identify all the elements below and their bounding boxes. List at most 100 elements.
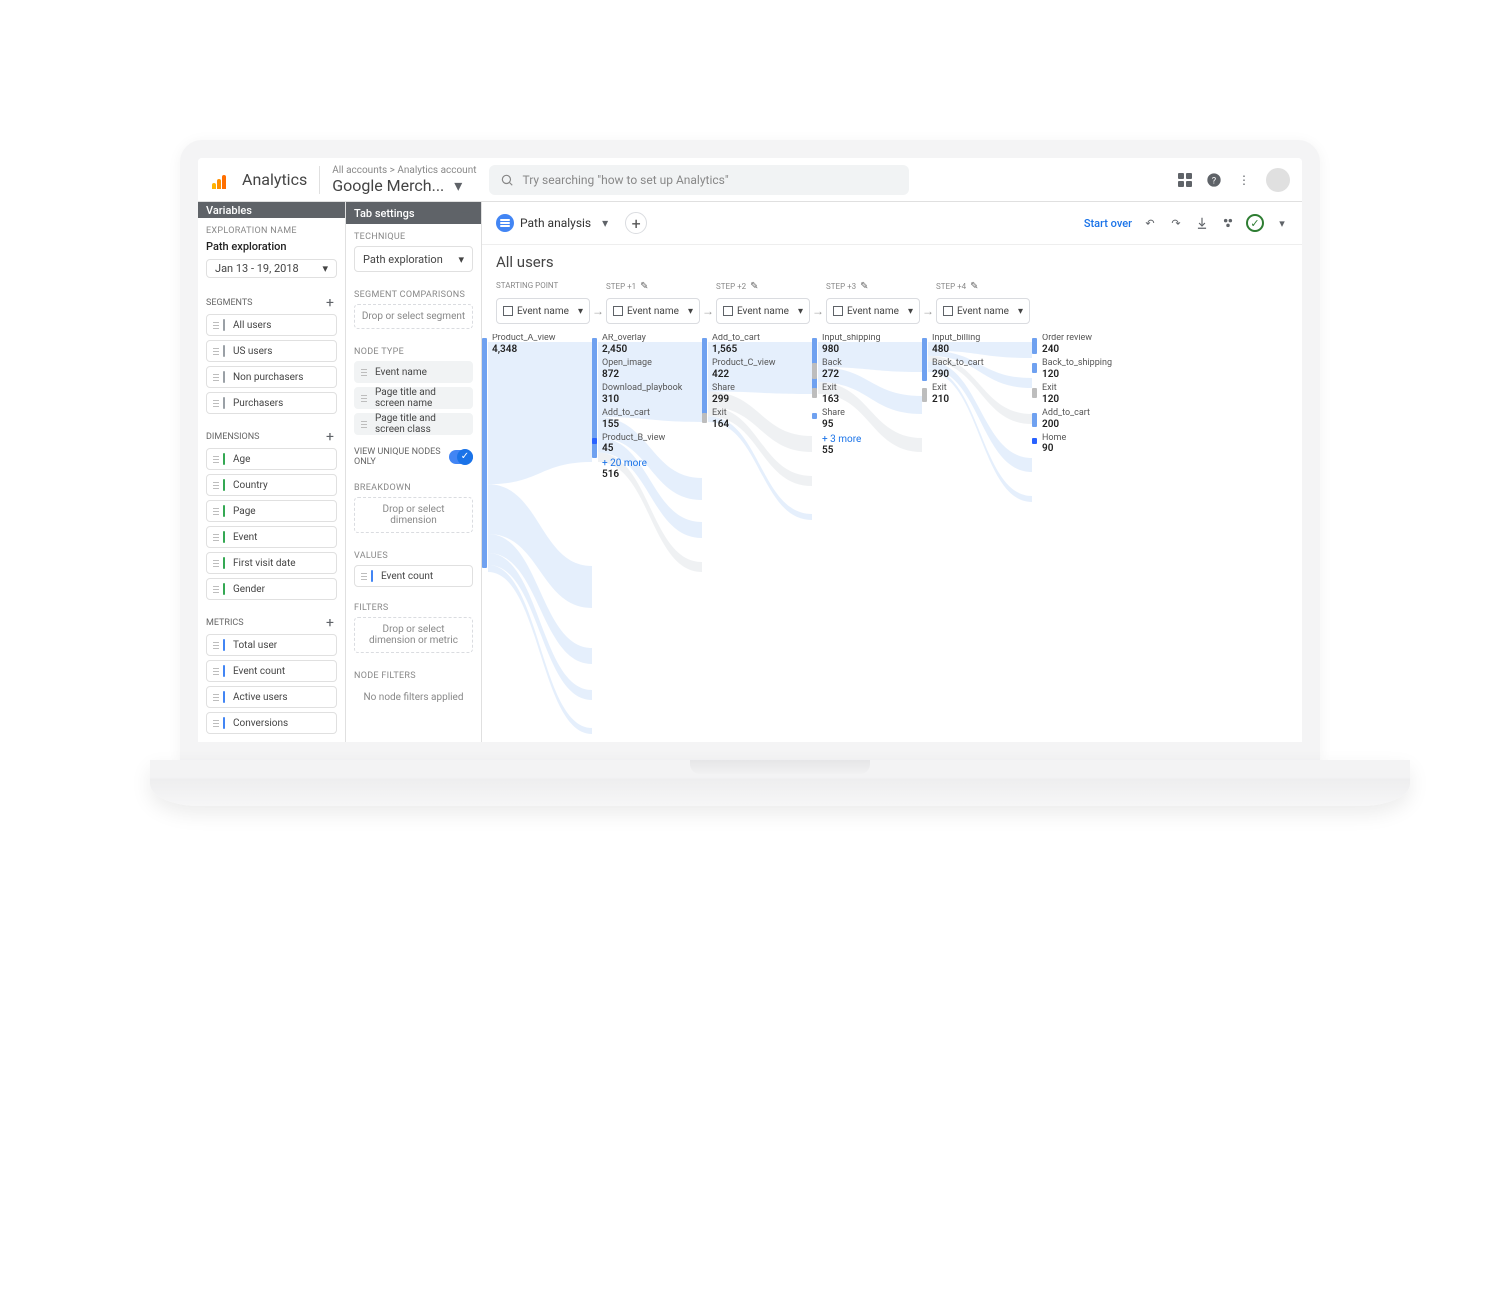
pencil-icon[interactable]: ✎ (860, 281, 868, 292)
add-dimension-button[interactable]: + (323, 430, 337, 444)
node-name: Download_playbook (602, 384, 702, 394)
breadcrumb: All accounts > Analytics account (332, 165, 476, 176)
node-2-2[interactable]: Share299 (702, 384, 812, 405)
more-link[interactable]: 3 more (822, 434, 922, 445)
node-name: Back_to_shipping (1042, 359, 1142, 369)
node-type-chip-0[interactable]: Event name (354, 361, 473, 383)
node-3-1[interactable]: Back272 (812, 359, 922, 380)
share-icon[interactable] (1220, 215, 1236, 231)
node-1-1[interactable]: Open_image872 (592, 359, 702, 380)
dimension-chip-4[interactable]: First visit date (206, 552, 337, 574)
node-3-4[interactable]: 3 more55 (812, 434, 922, 456)
pencil-icon[interactable]: ✎ (640, 281, 648, 292)
node-1-4[interactable]: Product_B_view45 (592, 434, 702, 455)
event-icon (833, 306, 843, 316)
segment-chip-2[interactable]: Non purchasers (206, 366, 337, 388)
start-over-button[interactable]: Start over (1084, 217, 1132, 230)
node-3-0[interactable]: Input_shipping980 (812, 334, 922, 355)
dimension-chip-3[interactable]: Event (206, 526, 337, 548)
node-name: Share (712, 384, 812, 394)
chevron-down-icon: ▾ (458, 253, 464, 266)
node-2-1[interactable]: Product_C_view422 (702, 359, 812, 380)
collapse-icon[interactable]: — (321, 202, 337, 218)
node-1-5[interactable]: 20 more516 (592, 458, 702, 480)
laptop-base (150, 760, 1410, 806)
step-label: STEP +3 (826, 282, 856, 291)
chevron-down-icon: ▾ (798, 306, 803, 317)
add-metric-button[interactable]: + (323, 616, 337, 630)
redo-icon[interactable]: ↷ (1168, 215, 1184, 231)
undo-icon[interactable]: ↶ (1142, 215, 1158, 231)
node-2-3[interactable]: Exit164 (702, 409, 812, 430)
node-5-2[interactable]: Exit120 (1032, 384, 1142, 405)
node-1-0[interactable]: AR_overlay2,450 (592, 334, 702, 355)
node-2-0[interactable]: Add_to_cart1,565 (702, 334, 812, 355)
collapse-icon[interactable]: — (457, 205, 473, 221)
node-value: 45 (602, 443, 702, 454)
node-3-2[interactable]: Exit163 (812, 384, 922, 405)
node-5-1[interactable]: Back_to_shipping120 (1032, 359, 1142, 380)
node-5-0[interactable]: Order review240 (1032, 334, 1142, 355)
filters-dropzone[interactable]: Drop or select dimension or metric (354, 617, 473, 653)
avatar[interactable] (1266, 168, 1290, 192)
pencil-icon[interactable]: ✎ (970, 281, 978, 292)
product-name: Analytics (242, 170, 307, 189)
step-picker-0[interactable]: Event name▾ (496, 298, 590, 324)
node-name: Open_image (602, 359, 702, 369)
add-tab-button[interactable]: + (625, 212, 647, 234)
download-icon[interactable] (1194, 215, 1210, 231)
breakdown-dropzone[interactable]: Drop or select dimension (354, 497, 473, 533)
node-bar (1032, 438, 1037, 444)
node-0-0[interactable]: Product_A_view4,348 (482, 334, 592, 355)
add-segment-button[interactable]: + (323, 296, 337, 310)
step-header-3: STEP +3 ✎ (826, 281, 936, 292)
step-picker-3[interactable]: Event name▾ (826, 298, 920, 324)
dimension-chip-5[interactable]: Gender (206, 578, 337, 600)
node-4-0[interactable]: Input_billing480 (922, 334, 1032, 355)
metric-chip-2[interactable]: Active users (206, 686, 337, 708)
dimension-chip-1[interactable]: Country (206, 474, 337, 496)
segment-chip-1[interactable]: US users (206, 340, 337, 362)
exploration-name[interactable]: Path exploration (206, 240, 287, 253)
step-header-1: STEP +1✎ (606, 281, 716, 292)
node-3-3[interactable]: Share95 (812, 409, 922, 430)
pencil-icon[interactable]: ✎ (750, 281, 758, 292)
date-range-picker[interactable]: Jan 13 - 19, 2018 ▾ (206, 259, 337, 278)
node-4-2[interactable]: Exit210 (922, 384, 1032, 405)
help-icon[interactable]: ? (1206, 172, 1222, 188)
step-picker-4[interactable]: Event name▾ (936, 298, 1030, 324)
segment-chip-0[interactable]: All users (206, 314, 337, 336)
step-picker-2[interactable]: Event name▾ (716, 298, 810, 324)
search-input[interactable]: Try searching "how to set up Analytics" (489, 165, 909, 195)
account-picker[interactable]: All accounts > Analytics account Google … (332, 165, 476, 195)
chip-label: Purchasers (233, 398, 283, 409)
node-1-3[interactable]: Add_to_cart155 (592, 409, 702, 430)
node-value: 299 (712, 394, 812, 405)
node-type-chip-1[interactable]: Page title and screen name (354, 387, 473, 409)
segment-dropzone[interactable]: Drop or select segment (354, 304, 473, 329)
technique-picker[interactable]: Path exploration ▾ (354, 246, 473, 272)
node-4-1[interactable]: Back_to_cart290 (922, 359, 1032, 380)
dimension-chip-0[interactable]: Age (206, 448, 337, 470)
metric-chip-3[interactable]: Conversions (206, 712, 337, 734)
node-type-chip-2[interactable]: Page title and screen class (354, 413, 473, 435)
metric-chip-1[interactable]: Event count (206, 660, 337, 682)
node-5-3[interactable]: Add_to_cart200 (1032, 409, 1142, 430)
step-picker-1[interactable]: Event name▾ (606, 298, 700, 324)
value-chip-0[interactable]: Event count (354, 565, 473, 587)
tab-path-analysis[interactable]: Path analysis ▾ (494, 210, 615, 236)
node-value: 200 (1042, 419, 1142, 430)
dimensions-label: DIMENSIONS (206, 432, 260, 442)
segments-label: SEGMENTS (206, 298, 253, 308)
node-1-2[interactable]: Download_playbook310 (592, 384, 702, 405)
dimension-chip-2[interactable]: Page (206, 500, 337, 522)
node-5-4[interactable]: Home90 (1032, 434, 1142, 455)
segment-chip-3[interactable]: Purchasers (206, 392, 337, 414)
metric-chip-0[interactable]: Total user (206, 634, 337, 656)
more-icon[interactable]: ⋮ (1236, 172, 1252, 188)
apps-icon[interactable] (1178, 173, 1192, 187)
status-check-icon[interactable]: ✓ (1246, 214, 1264, 232)
chevron-down-icon: ▾ (1018, 306, 1023, 317)
more-link[interactable]: 20 more (602, 458, 702, 469)
view-unique-toggle[interactable] (449, 450, 473, 464)
